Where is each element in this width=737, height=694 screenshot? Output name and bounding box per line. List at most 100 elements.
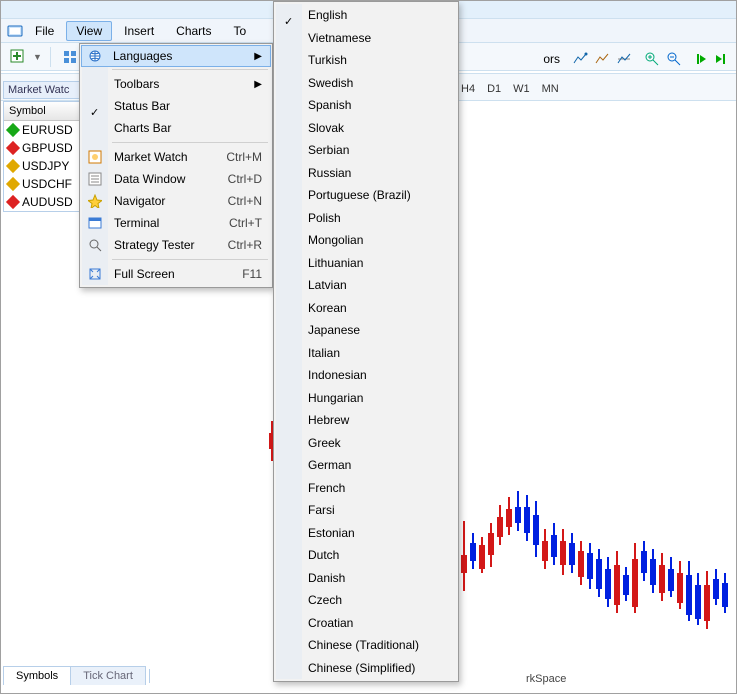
language-item[interactable]: Russian [276, 162, 456, 185]
language-item[interactable]: Farsi [276, 499, 456, 522]
language-label: Italian [308, 346, 340, 360]
tf-d1[interactable]: D1 [483, 81, 505, 97]
app-icon [7, 23, 23, 39]
language-item[interactable]: Korean [276, 297, 456, 320]
language-label: Hebrew [308, 413, 349, 427]
menu-languages[interactable]: Languages ▶ [81, 45, 271, 67]
language-item[interactable]: Indonesian [276, 364, 456, 387]
language-item[interactable]: Italian [276, 342, 456, 365]
language-label: Polish [308, 211, 341, 225]
menu-charts[interactable]: Charts [166, 21, 221, 41]
language-label: Spanish [308, 98, 351, 112]
direction-icon [6, 141, 20, 155]
menu-strategy-tester[interactable]: Strategy Tester Ctrl+R [82, 234, 270, 256]
language-item[interactable]: Lithuanian [276, 252, 456, 275]
profiles-icon[interactable] [59, 46, 81, 68]
submenu-arrow-icon: ▶ [254, 51, 262, 62]
language-item[interactable]: Japanese [276, 319, 456, 342]
tf-w1[interactable]: W1 [509, 81, 534, 97]
menu-full-screen[interactable]: Full Screen F11 [82, 263, 270, 285]
menu-navigator[interactable]: Navigator Ctrl+N [82, 190, 270, 212]
language-item[interactable]: Chinese (Traditional) [276, 634, 456, 657]
direction-icon [6, 159, 20, 173]
candlestick-chart[interactable] [461, 331, 733, 631]
language-item[interactable]: German [276, 454, 456, 477]
language-label: English [308, 8, 347, 22]
tf-h4[interactable]: H4 [457, 81, 479, 97]
language-item[interactable]: Greek [276, 432, 456, 455]
language-item[interactable]: Polish [276, 207, 456, 230]
dropdown-arrow-icon[interactable]: ▼ [33, 52, 42, 62]
language-item[interactable]: Serbian [276, 139, 456, 162]
language-item[interactable]: Swedish [276, 72, 456, 95]
language-item[interactable]: Vietnamese [276, 27, 456, 50]
language-item[interactable]: Hungarian [276, 387, 456, 410]
language-item[interactable]: Hebrew [276, 409, 456, 432]
language-label: Swedish [308, 76, 353, 90]
language-label: Serbian [308, 143, 349, 157]
language-label: German [308, 458, 351, 472]
language-item[interactable]: French [276, 477, 456, 500]
submenu-arrow-icon: ▶ [254, 79, 262, 90]
language-label: Slovak [308, 121, 344, 135]
indicator1-icon[interactable] [572, 51, 588, 67]
languages-submenu: English Vietnamese Turkish Swedish Spanish Sl… [273, 1, 459, 682]
language-label: Russian [308, 166, 351, 180]
menu-toolbars[interactable]: Toolbars ▶ [82, 73, 270, 95]
language-item[interactable]: Portuguese (Brazil) [276, 184, 456, 207]
step-back-icon[interactable] [694, 52, 708, 66]
menu-status-bar[interactable]: Status Bar [82, 95, 270, 117]
language-item[interactable]: Danish [276, 567, 456, 590]
bottom-tabs: Symbols Tick Chart [3, 666, 150, 685]
toolbar-right: ors [543, 45, 728, 73]
language-label: Estonian [308, 526, 355, 540]
step-fwd-icon[interactable] [714, 52, 728, 66]
zoom-out-icon[interactable] [666, 51, 682, 67]
language-label: Indonesian [308, 368, 367, 382]
tab-tick-chart[interactable]: Tick Chart [70, 666, 146, 685]
language-label: Turkish [308, 53, 347, 67]
language-label: Czech [308, 593, 342, 607]
menu-view[interactable]: View [66, 21, 112, 41]
language-item[interactable]: Chinese (Simplified) [276, 657, 456, 680]
menu-data-window[interactable]: Data Window Ctrl+D [82, 168, 270, 190]
language-label: French [308, 481, 345, 495]
language-item[interactable]: English [276, 4, 456, 27]
indicator3-icon[interactable] [616, 51, 632, 67]
language-item[interactable]: Dutch [276, 544, 456, 567]
language-item[interactable]: Latvian [276, 274, 456, 297]
language-item[interactable]: Spanish [276, 94, 456, 117]
language-item[interactable]: Croatian [276, 612, 456, 635]
menu-languages-label: Languages [113, 49, 172, 63]
menu-tools[interactable]: To [224, 21, 257, 41]
menu-terminal[interactable]: Terminal Ctrl+T [82, 212, 270, 234]
language-item[interactable]: Mongolian [276, 229, 456, 252]
toolbar-txt[interactable]: ors [543, 52, 560, 66]
workspace-label: rkSpace [526, 673, 566, 685]
timeframe-row: H4 D1 W1 MN [457, 81, 563, 97]
symbol-name: EURUSD [22, 123, 73, 137]
strategy-tester-icon [87, 237, 103, 253]
direction-icon [6, 123, 20, 137]
market-watch-icon [87, 149, 103, 165]
menu-market-watch[interactable]: Market Watch Ctrl+M [82, 146, 270, 168]
language-item[interactable]: Estonian [276, 522, 456, 545]
direction-icon [6, 195, 20, 209]
menu-charts-bar[interactable]: Charts Bar [82, 117, 270, 139]
globe-icon [87, 48, 103, 64]
zoom-in-icon[interactable] [644, 51, 660, 67]
tf-mn[interactable]: MN [538, 81, 563, 97]
menu-insert[interactable]: Insert [114, 21, 164, 41]
language-item[interactable]: Czech [276, 589, 456, 612]
language-label: Danish [308, 571, 345, 585]
new-chart-icon[interactable] [7, 46, 29, 68]
menu-file[interactable]: File [25, 21, 64, 41]
language-item[interactable]: Turkish [276, 49, 456, 72]
indicator2-icon[interactable] [594, 51, 610, 67]
tab-symbols[interactable]: Symbols [3, 666, 71, 685]
symbol-name: USDCHF [22, 177, 72, 191]
symbol-name: GBPUSD [22, 141, 73, 155]
language-label: Vietnamese [308, 31, 371, 45]
language-item[interactable]: Slovak [276, 117, 456, 140]
direction-icon [6, 177, 20, 191]
